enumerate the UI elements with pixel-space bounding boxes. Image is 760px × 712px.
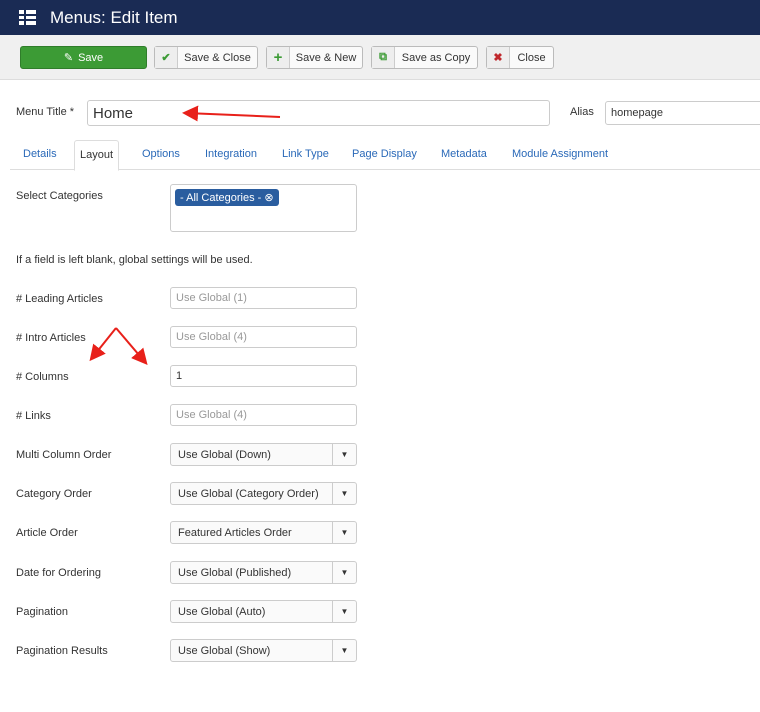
annotation-arrows	[89, 105, 281, 366]
arrow-to-title	[182, 105, 281, 122]
arrow-left	[89, 327, 117, 362]
arrow-right	[115, 327, 148, 366]
